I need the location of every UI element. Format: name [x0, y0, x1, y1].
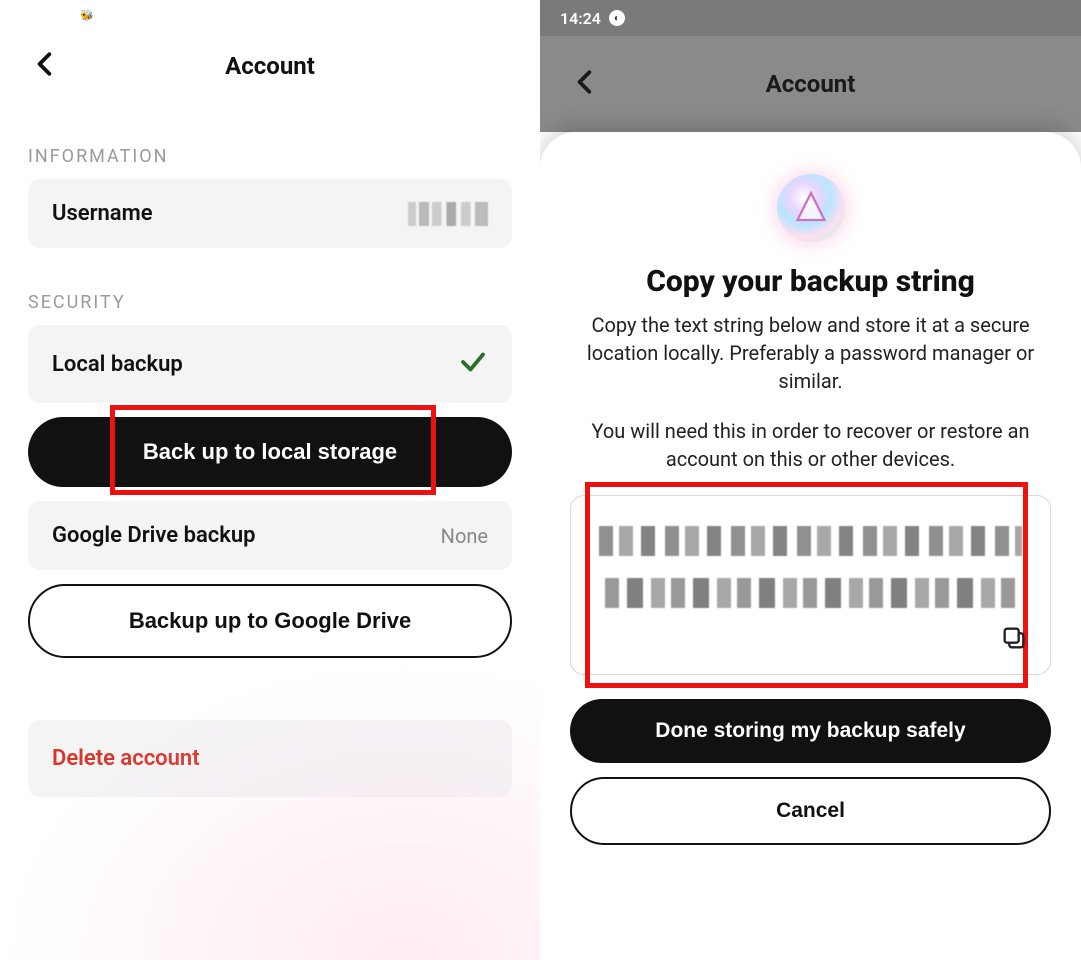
gdrive-backup-value: None [441, 524, 488, 548]
back-icon [572, 69, 598, 99]
username-label: Username [52, 201, 153, 226]
local-backup-label: Local backup [52, 352, 183, 377]
sheet-desc-1: Copy the text string below and store it … [570, 311, 1051, 395]
bee-icon: 🐝 [80, 9, 94, 22]
cancel-button[interactable]: Cancel [570, 777, 1051, 845]
delete-account-row[interactable]: Delete account [28, 720, 512, 797]
app-logo-icon [771, 168, 851, 248]
content-left: INFORMATION Username SECURITY Local back… [0, 146, 540, 797]
backup-local-button-label: Back up to local storage [143, 439, 397, 464]
done-button[interactable]: Done storing my backup safely [570, 699, 1051, 763]
right-phone: 14:24 ◐ Account Copy your backup string … [540, 0, 1081, 960]
backup-string-redacted-line1 [599, 526, 1022, 556]
status-time: 14:24 [560, 9, 601, 28]
username-row[interactable]: Username [28, 179, 512, 248]
username-value-redacted [408, 202, 488, 226]
right-base: 14:24 ◐ Account Copy your backup string … [540, 0, 1081, 960]
delete-account-label: Delete account [52, 746, 200, 771]
status-dot-icon: ◐ [609, 10, 625, 26]
sheet-desc-2: You will need this in order to recover o… [570, 417, 1051, 473]
section-security-label: SECURITY [28, 292, 512, 313]
done-button-label: Done storing my backup safely [655, 719, 965, 742]
cancel-button-label: Cancel [776, 799, 845, 822]
back-icon[interactable] [32, 51, 58, 81]
page-title-right: Account [540, 70, 1081, 98]
check-icon [458, 347, 488, 381]
local-backup-row[interactable]: Local backup [28, 325, 512, 403]
left-phone: 🐝 Account INFORMATION Username SECURITY … [0, 0, 540, 960]
page-title-left: Account [0, 52, 540, 80]
backup-gdrive-button-prefix: Backup up to [129, 608, 274, 633]
backup-gdrive-button[interactable]: Backup up to Google Drive [28, 584, 512, 658]
backup-string-box[interactable] [570, 495, 1051, 675]
backup-gdrive-button-strong: Google Drive [274, 608, 411, 633]
backup-local-button[interactable]: Back up to local storage [28, 417, 512, 487]
copy-icon[interactable] [1000, 624, 1028, 656]
status-bar-right: 14:24 ◐ [540, 0, 1081, 36]
header-left: Account [0, 30, 540, 102]
header-right-dimmed: Account [540, 36, 1081, 132]
backup-string-redacted-line2 [599, 578, 1022, 608]
bottom-sheet: Copy your backup string Copy the text st… [540, 132, 1081, 960]
gdrive-backup-label: Google Drive backup [52, 523, 256, 548]
section-information-label: INFORMATION [28, 146, 512, 167]
status-bar-left: 🐝 [0, 0, 540, 30]
sheet-title: Copy your backup string [570, 264, 1051, 299]
gdrive-backup-row[interactable]: Google Drive backup None [28, 501, 512, 570]
